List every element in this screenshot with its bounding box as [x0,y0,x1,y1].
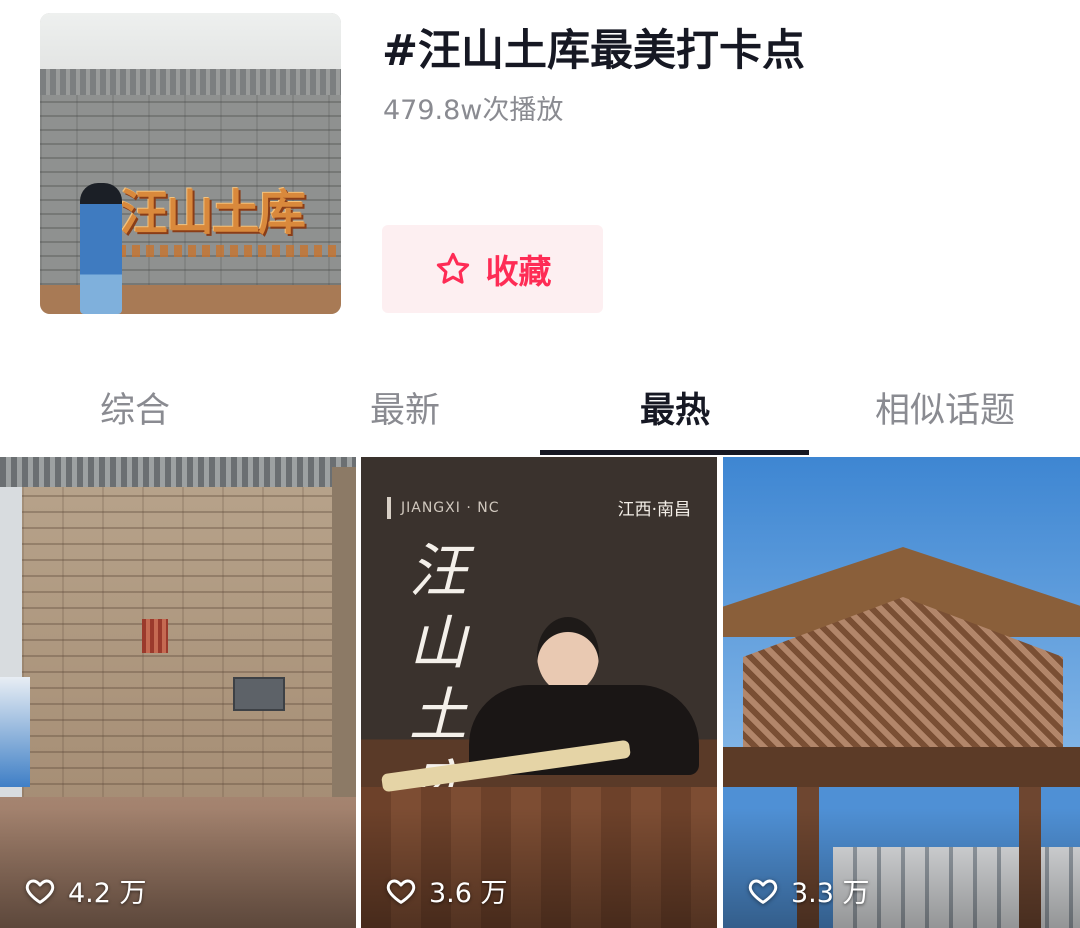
like-count: 3.6 万 [385,871,508,910]
tab-similar-topics[interactable]: 相似话题 [810,360,1080,455]
cover-sign-text: 汪山土库 [120,185,306,241]
heart-outline-icon [748,879,778,904]
like-count-text: 4.2 万 [68,878,147,909]
thumbnail-shade [0,808,356,928]
like-count: 3.3 万 [747,871,870,910]
thumbnail-shade [361,808,717,928]
tab-latest[interactable]: 最新 [270,360,540,455]
thumbnail-person-head [537,617,599,693]
thumbnail-tag: JIANGXI · NC [387,497,507,519]
like-count: 4.2 万 [24,871,147,910]
thumbnail-shade [723,808,1080,928]
thumbnail-pavilion-beam [723,747,1080,787]
cover-sign-subtitle [118,245,341,257]
play-count: 479.8w次播放 [383,95,564,126]
thumbnail-roof [0,457,356,487]
topic-cover-image[interactable]: 汪山土库 [40,13,341,314]
thumbnail-brick-wall [22,457,332,817]
cover-sky [40,13,341,73]
video-card[interactable]: 4.2 万 [0,457,356,928]
tab-comprehensive[interactable]: 综合 [0,360,270,455]
thumbnail-location: 江西·南昌 [617,500,691,520]
like-count-text: 3.3 万 [791,878,870,909]
video-card[interactable]: 3.3 万 [723,457,1080,928]
thumbnail-side-wall [332,467,356,827]
thumbnail-plaque [233,677,285,711]
tab-bar: 综合 最新 最热 相似话题 [0,360,1080,455]
cover-roof-eave [40,69,341,95]
video-card[interactable]: JIANGXI · NC 江西·南昌 汪山土库 3.6 万 [361,457,717,928]
favorite-button[interactable]: 收藏 [382,225,603,313]
video-grid: 4.2 万 JIANGXI · NC 江西·南昌 汪山土库 3.6 万 [0,457,1080,928]
heart-outline-icon [25,879,55,904]
like-count-text: 3.6 万 [429,878,508,909]
star-outline-icon [436,252,469,284]
tab-hottest[interactable]: 最热 [540,360,810,455]
thumbnail-booth [0,677,30,787]
thumbnail-window [142,619,168,653]
topic-title: #汪山土库最美打卡点 [382,26,806,76]
heart-outline-icon [386,879,416,904]
active-tab-indicator [540,450,809,455]
favorite-label: 收藏 [485,252,552,291]
cover-person [80,183,122,314]
